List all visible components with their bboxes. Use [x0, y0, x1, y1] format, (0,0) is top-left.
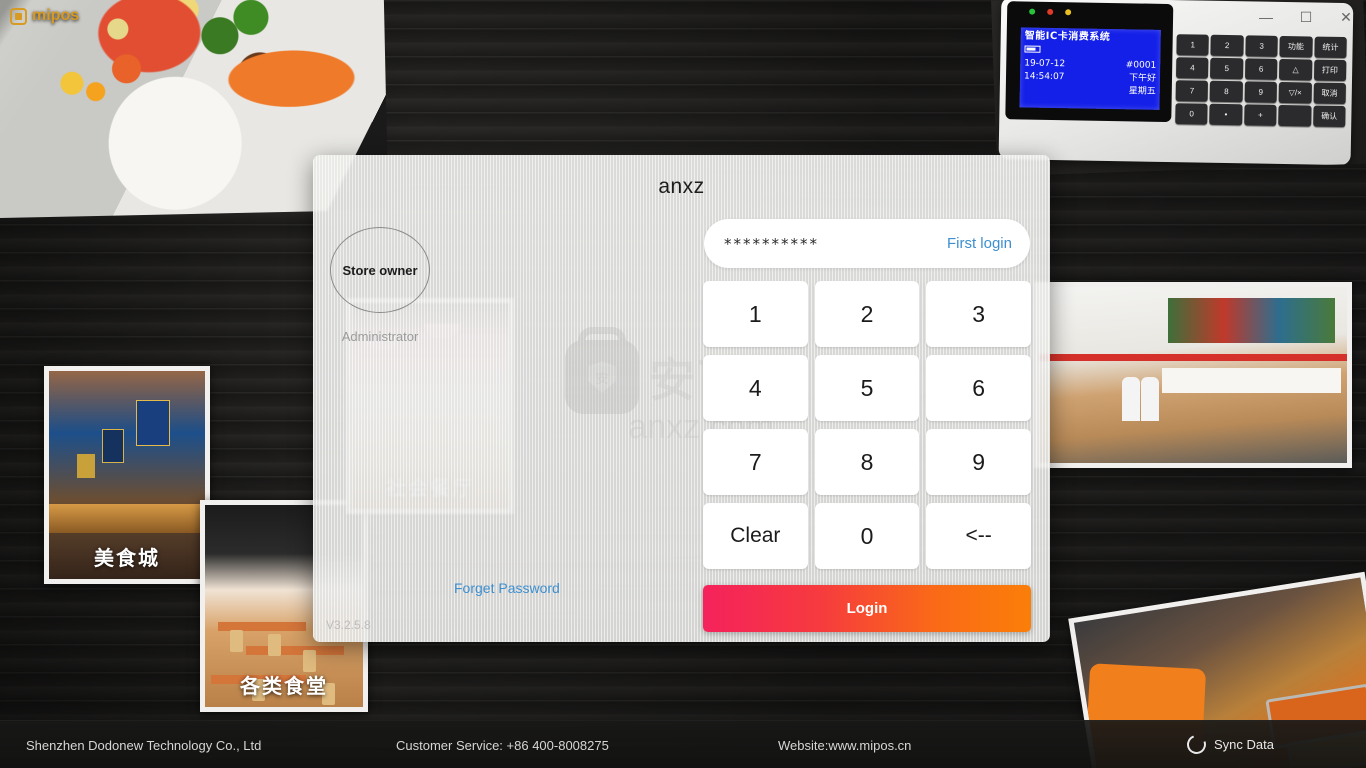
- pos-key-3: 功能: [1279, 35, 1313, 58]
- footer-bar: Shenzhen Dodonew Technology Co., Ltd Cus…: [0, 720, 1366, 768]
- pos-keypad: 1 2 3 功能 统计 4 5 6 △ 打印 7 8 9 ▽/× 取消 0 • + 确认: [1175, 34, 1347, 128]
- pos-key-1: 2: [1210, 34, 1244, 57]
- page-title: anxz: [658, 175, 705, 198]
- pos-status-leds: [1029, 8, 1072, 16]
- footer-website: Website:www.mipos.cn: [778, 738, 912, 753]
- pos-lcd-weekday: 星期五: [1128, 85, 1156, 97]
- pos-key-12: 9: [1244, 81, 1278, 103]
- pos-key-2: 3: [1245, 35, 1278, 57]
- pos-key-17: +: [1244, 104, 1277, 126]
- app-logo-text: mipos: [32, 7, 80, 24]
- photo-serving-line: [1034, 282, 1352, 468]
- pos-lcd-greeting: 下午好: [1128, 72, 1157, 84]
- role-tab-store-owner[interactable]: Store owner: [330, 227, 430, 313]
- password-input[interactable]: **********: [724, 235, 819, 253]
- photo-canteens-caption: 各类食堂: [240, 676, 328, 698]
- pos-lcd-display: 智能IC卡消费系统 19-07-12 #0001 14:54:07 下午好 星期五: [1019, 27, 1161, 110]
- key-backspace[interactable]: <--: [926, 503, 1031, 569]
- pos-key-7: 6: [1244, 58, 1278, 80]
- key-8[interactable]: 8: [814, 429, 920, 495]
- pos-lcd-time: 14:54:07: [1023, 71, 1065, 82]
- key-2[interactable]: 2: [814, 281, 920, 347]
- sync-data-button[interactable]: Sync Data: [1183, 731, 1274, 758]
- footer-customer-service: Customer Service: +86 400-8008275: [396, 738, 609, 753]
- login-button[interactable]: Login: [703, 585, 1031, 632]
- pos-key-8: △: [1279, 58, 1312, 81]
- role-tab-administrator[interactable]: Administrator: [330, 329, 430, 344]
- watermark-shield-icon: 安: [588, 361, 616, 393]
- pos-lcd-title: 智能IC卡消费系统: [1024, 30, 1111, 43]
- key-0[interactable]: 0: [814, 503, 920, 569]
- pos-key-14: 取消: [1313, 82, 1346, 105]
- first-login-link[interactable]: First login: [947, 235, 1012, 252]
- pos-battery-icon: [1024, 44, 1041, 53]
- key-5[interactable]: 5: [814, 355, 920, 421]
- role-tab-store-owner-label: Store owner: [342, 262, 418, 278]
- sync-refresh-icon: [1183, 731, 1210, 758]
- key-7[interactable]: 7: [703, 429, 808, 495]
- app-logo: mipos: [10, 7, 79, 25]
- key-clear[interactable]: Clear: [703, 503, 808, 569]
- pos-key-5: 4: [1176, 57, 1209, 79]
- forget-password-link[interactable]: Forget Password: [454, 580, 560, 596]
- pos-screen-bezel: 智能IC卡消费系统 19-07-12 #0001 14:54:07 下午好 星期五: [1005, 1, 1174, 123]
- key-3[interactable]: 3: [926, 281, 1031, 347]
- version-label: V3.2.5.8: [326, 618, 371, 632]
- pos-lcd-id: #0001: [1125, 59, 1157, 71]
- maximize-button[interactable]: ☐: [1286, 0, 1326, 34]
- pos-key-13: ▽/×: [1278, 81, 1312, 104]
- pos-key-15: 0: [1175, 103, 1208, 125]
- pos-key-6: 5: [1210, 57, 1244, 80]
- pos-key-9: 打印: [1313, 59, 1347, 82]
- key-6[interactable]: 6: [926, 355, 1031, 421]
- footer-company: Shenzhen Dodonew Technology Co., Ltd: [26, 738, 262, 753]
- key-9[interactable]: 9: [926, 429, 1031, 495]
- photo-food-city-caption: 美食城: [94, 548, 160, 570]
- pos-key-19: 确认: [1312, 105, 1346, 128]
- role-tab-administrator-label: Administrator: [341, 329, 419, 344]
- window-controls: — ☐ ✕: [1246, 0, 1366, 34]
- pos-key-0: 1: [1176, 34, 1210, 56]
- password-field-row[interactable]: ********** First login: [704, 219, 1030, 268]
- pos-lcd-date: 19-07-12: [1024, 58, 1066, 69]
- pos-key-10: 7: [1175, 80, 1209, 102]
- role-selector: Store owner Administrator: [330, 227, 430, 344]
- close-button[interactable]: ✕: [1326, 0, 1366, 34]
- numeric-keypad: 1 2 3 4 5 6 7 8 9 Clear 0 <--: [703, 281, 1031, 569]
- pos-key-11: 8: [1210, 80, 1243, 103]
- key-4[interactable]: 4: [703, 355, 808, 421]
- mipos-mark-icon: [10, 7, 27, 25]
- sync-data-label: Sync Data: [1214, 737, 1274, 752]
- pos-key-4: 统计: [1313, 36, 1347, 59]
- minimize-button[interactable]: —: [1246, 0, 1286, 34]
- watermark-bag-icon: 安: [565, 340, 639, 414]
- key-1[interactable]: 1: [703, 281, 808, 347]
- photo-food-city: 美食城: [44, 366, 210, 584]
- pos-key-16: •: [1209, 103, 1243, 126]
- pos-key-18: [1278, 104, 1312, 127]
